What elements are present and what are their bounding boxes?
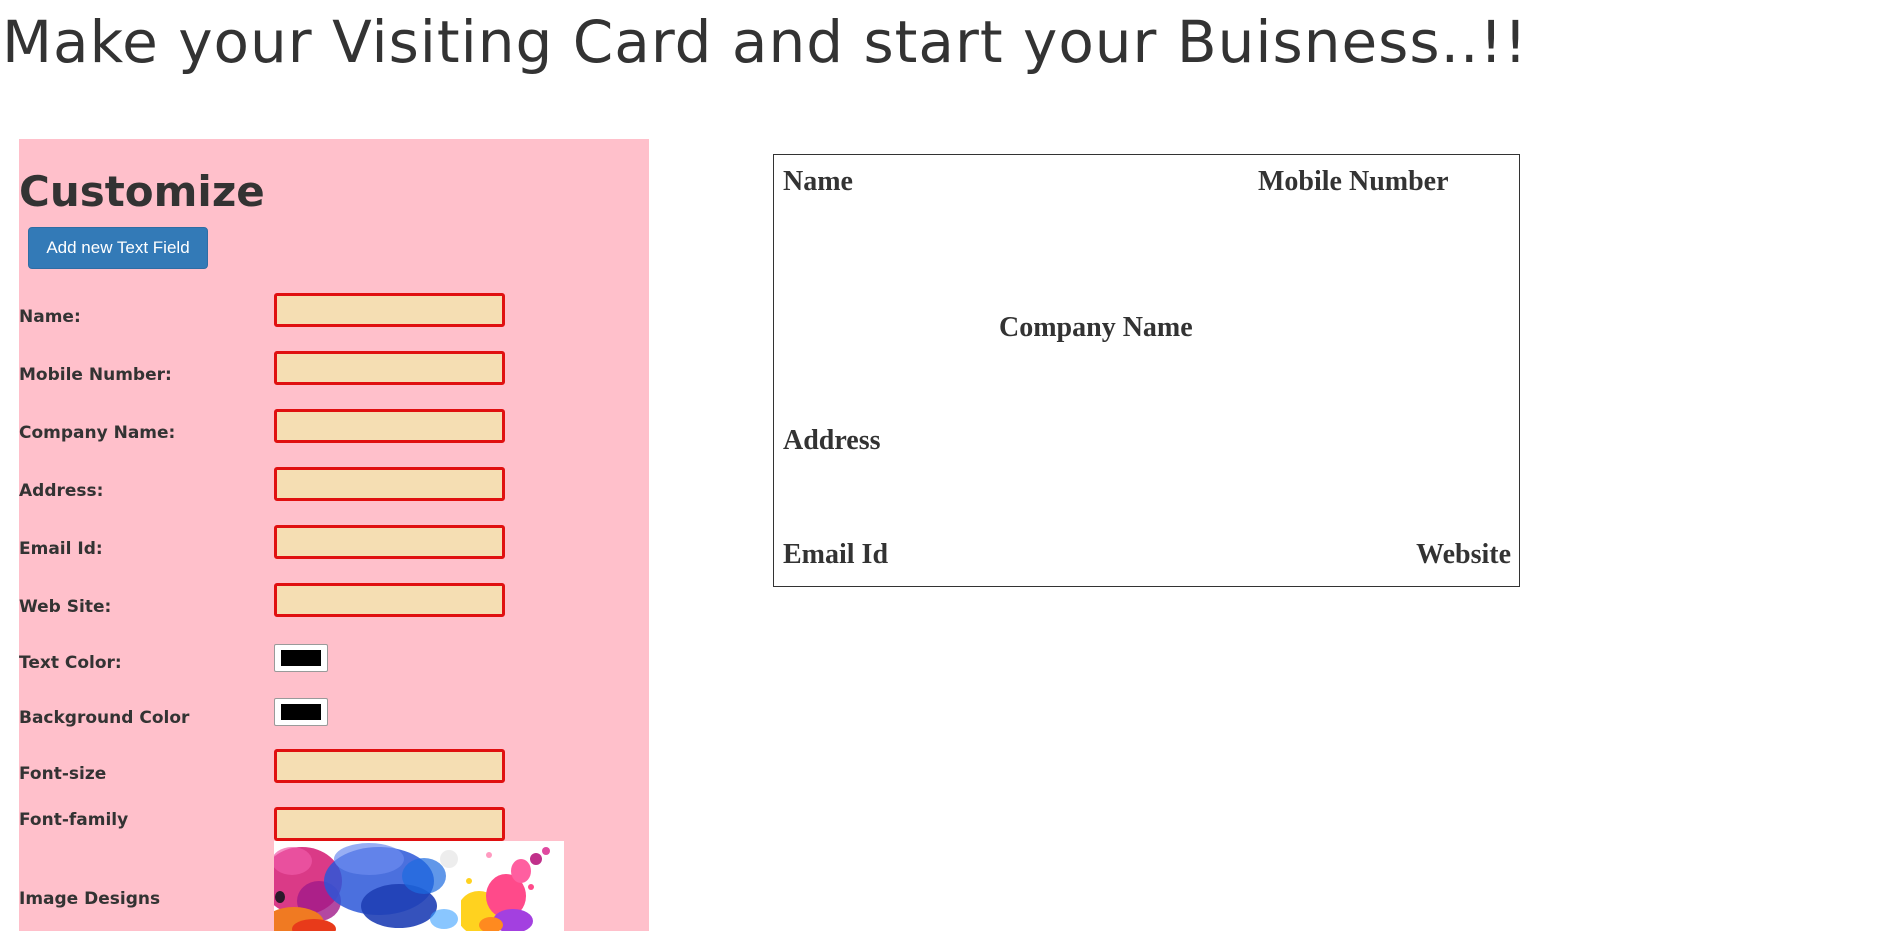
address-input[interactable] xyxy=(274,467,505,501)
mobile-number-input[interactable] xyxy=(274,351,505,385)
font-size-label: Font-size xyxy=(19,764,107,784)
card-address: Address xyxy=(783,425,881,456)
text-color-picker[interactable] xyxy=(274,644,328,672)
background-color-label: Background Color xyxy=(19,708,190,728)
customize-panel: Customize Add new Text Field Name: Mobil… xyxy=(19,139,649,931)
font-family-label: Font-family xyxy=(19,810,129,830)
card-company-name: Company Name xyxy=(999,312,1193,343)
card-email-id: Email Id xyxy=(783,539,889,570)
paint-splatter-design-thumbnail[interactable] xyxy=(461,841,564,931)
font-family-input[interactable] xyxy=(274,807,505,841)
card-website: Website xyxy=(1416,539,1511,570)
panel-title: Customize xyxy=(19,167,265,216)
company-name-label: Company Name: xyxy=(19,423,176,443)
email-id-input[interactable] xyxy=(274,525,505,559)
address-label: Address: xyxy=(19,481,104,501)
font-size-input[interactable] xyxy=(274,749,505,783)
email-id-label: Email Id: xyxy=(19,539,103,559)
card-name: Name xyxy=(783,166,853,197)
ink-splash-design-thumbnail[interactable] xyxy=(274,841,461,931)
name-label: Name: xyxy=(19,307,81,327)
mobile-number-label: Mobile Number: xyxy=(19,365,172,385)
image-designs-label: Image Designs xyxy=(19,889,161,909)
visiting-card-preview: Name Mobile Number Company Name Address … xyxy=(773,154,1520,587)
name-input[interactable] xyxy=(274,293,505,327)
background-color-swatch xyxy=(281,704,321,720)
website-input[interactable] xyxy=(274,583,505,617)
page-title: Make your Visiting Card and start your B… xyxy=(2,8,1528,76)
website-label: Web Site: xyxy=(19,597,112,617)
background-color-picker[interactable] xyxy=(274,698,328,726)
image-designs-strip xyxy=(274,841,564,931)
company-name-input[interactable] xyxy=(274,409,505,443)
card-mobile-number: Mobile Number xyxy=(1258,166,1449,197)
text-color-swatch xyxy=(281,650,321,666)
add-text-field-button[interactable]: Add new Text Field xyxy=(28,227,208,269)
text-color-label: Text Color: xyxy=(19,653,122,673)
